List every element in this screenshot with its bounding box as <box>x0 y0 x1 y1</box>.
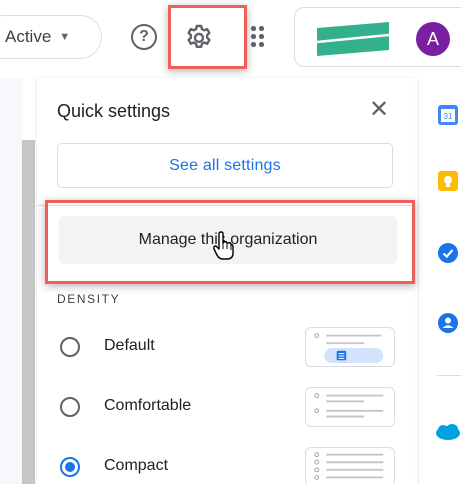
contacts-icon[interactable] <box>437 312 459 334</box>
density-option-compact[interactable]: Compact <box>57 447 402 484</box>
density-option-label: Default <box>104 337 155 354</box>
radio-button[interactable] <box>60 337 80 357</box>
gear-highlight-box <box>168 5 247 69</box>
status-label: Active <box>5 27 52 46</box>
density-heading: DENSITY <box>57 292 121 306</box>
scrollbar-track <box>22 140 35 484</box>
density-option-comfortable[interactable]: Comfortable <box>57 387 402 427</box>
help-icon[interactable]: ? <box>131 24 157 50</box>
help-glyph: ? <box>139 28 149 45</box>
top-bar: Active ▼ ? A <box>0 0 461 78</box>
rail-divider <box>437 375 461 376</box>
keep-icon[interactable] <box>437 170 459 192</box>
close-icon[interactable]: ✕ <box>369 98 389 122</box>
calendar-day: 31 <box>444 112 453 121</box>
tasks-icon[interactable] <box>437 242 459 264</box>
chevron-down-icon: ▼ <box>59 31 71 43</box>
organization-logo <box>317 22 389 56</box>
calendar-icon[interactable]: 31 <box>437 104 459 126</box>
compact-density-preview <box>305 447 395 484</box>
radio-button-selected[interactable] <box>60 457 80 477</box>
see-all-settings-button[interactable]: See all settings <box>57 143 393 188</box>
hand-cursor-icon <box>213 231 234 260</box>
avatar[interactable]: A <box>416 22 450 56</box>
apps-grid-icon[interactable] <box>251 26 267 48</box>
radio-button[interactable] <box>60 397 80 417</box>
density-option-label: Compact <box>104 457 169 474</box>
avatar-letter: A <box>426 28 439 49</box>
density-option-default[interactable]: Default <box>57 327 402 367</box>
mail-list-background <box>0 78 22 484</box>
status-dropdown[interactable]: Active ▼ <box>0 15 102 59</box>
comfortable-density-preview <box>305 387 395 427</box>
side-panel-rail: 31 <box>418 78 461 484</box>
account-area[interactable]: A <box>294 7 461 67</box>
panel-title: Quick settings <box>57 101 171 121</box>
salesforce-icon[interactable] <box>435 422 461 442</box>
default-density-preview <box>305 327 395 367</box>
density-option-label: Comfortable <box>104 397 192 414</box>
